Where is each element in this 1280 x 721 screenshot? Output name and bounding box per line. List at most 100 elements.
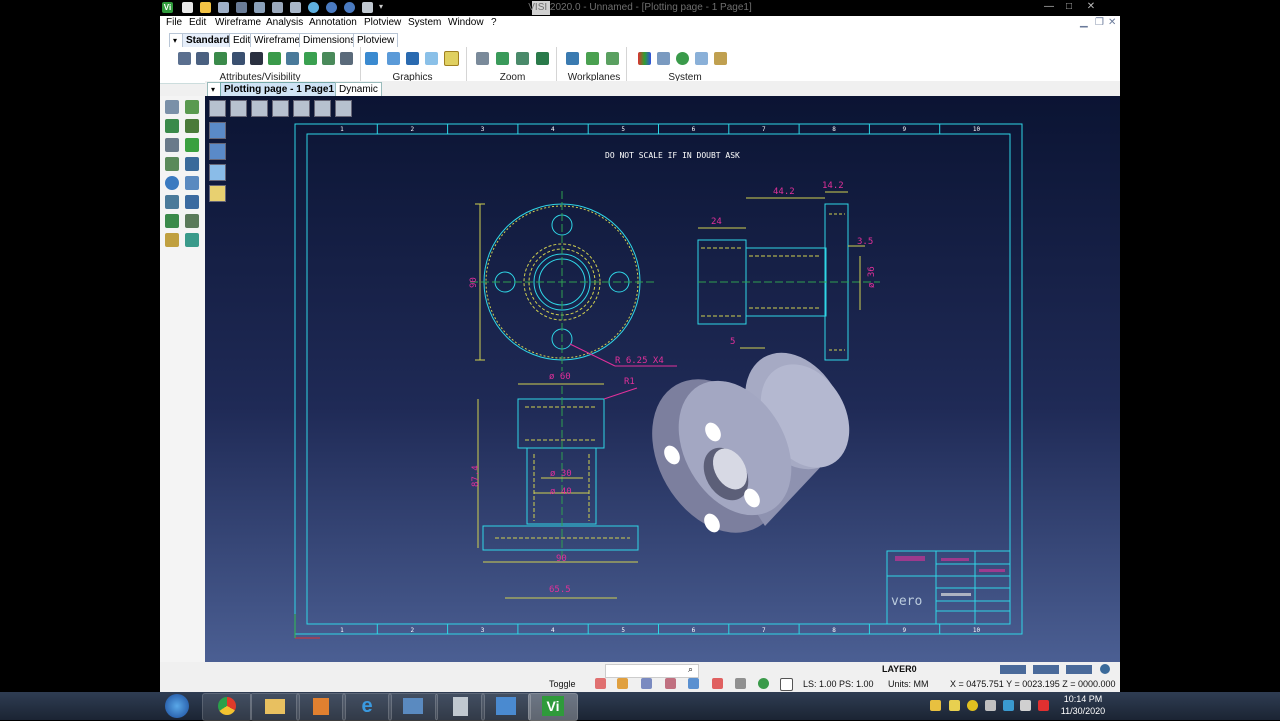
- status-swatch-2[interactable]: [1033, 665, 1059, 674]
- close-button[interactable]: ✕: [1082, 1, 1100, 13]
- maximize-button[interactable]: □: [1060, 1, 1078, 13]
- pick-layer-icon[interactable]: [286, 52, 299, 65]
- tab-wireframe[interactable]: Wireframe: [250, 33, 305, 47]
- tab-standard[interactable]: Standard: [182, 33, 234, 47]
- ortho-icon[interactable]: [617, 678, 628, 689]
- command-search-input[interactable]: [605, 664, 699, 678]
- workplane-icon[interactable]: [566, 52, 579, 65]
- search-icon[interactable]: ⌕: [688, 664, 693, 675]
- battery-icon[interactable]: [1020, 700, 1031, 711]
- taskbar-remote[interactable]: [481, 693, 531, 721]
- screen-icon[interactable]: [695, 52, 708, 65]
- show-icon[interactable]: [250, 52, 263, 65]
- taskbar-visi[interactable]: Vi: [528, 693, 578, 721]
- menu-analysis[interactable]: Analysis: [266, 17, 303, 28]
- check-icon[interactable]: [185, 138, 199, 152]
- graphics-viewport[interactable]: 1 1 2 2 3 3 4 4 5 5 6 6 7 7 8 8 9 9 10 10 DO NOT SCALE IF I…: [205, 96, 1120, 662]
- color-icon[interactable]: [214, 52, 227, 65]
- menu-window[interactable]: Window: [448, 17, 484, 28]
- render-icon[interactable]: [444, 51, 459, 66]
- edit-text-icon[interactable]: [165, 233, 179, 247]
- group-icon[interactable]: [185, 233, 199, 247]
- tray-icon-1[interactable]: [930, 700, 941, 711]
- clock-date[interactable]: 11/30/2020: [1058, 706, 1108, 716]
- menu-system[interactable]: System: [408, 17, 441, 28]
- layer-icon[interactable]: [196, 52, 209, 65]
- status-swatch-1[interactable]: [1000, 665, 1026, 674]
- status-swatch-3[interactable]: [1066, 665, 1092, 674]
- volume-icon[interactable]: [985, 700, 996, 711]
- start-button[interactable]: [165, 694, 189, 718]
- pin-icon[interactable]: [735, 678, 746, 689]
- zoom-all-icon[interactable]: [496, 52, 509, 65]
- trim-icon[interactable]: [185, 100, 199, 114]
- delete-entity-icon[interactable]: [185, 157, 199, 171]
- explode-icon[interactable]: [165, 214, 179, 228]
- clock-time[interactable]: 10:14 PM: [1060, 694, 1106, 704]
- array-icon[interactable]: [185, 195, 199, 209]
- stretch-icon[interactable]: [185, 119, 199, 133]
- layer-toggle-icon[interactable]: [688, 678, 699, 689]
- tab-plotting-page[interactable]: Plotting page - 1 Page1: [220, 82, 339, 97]
- hidden-line-icon[interactable]: [425, 52, 438, 65]
- menu-edit[interactable]: Edit: [189, 17, 206, 28]
- mdi-close-icon[interactable]: ✕: [1108, 17, 1116, 28]
- hide-icon[interactable]: [232, 52, 245, 65]
- unhide-icon[interactable]: [340, 52, 353, 65]
- isolate-icon[interactable]: [322, 52, 335, 65]
- chamfer-icon[interactable]: [185, 214, 199, 228]
- tab-plotview[interactable]: Plotview: [353, 33, 399, 47]
- refresh-icon[interactable]: [758, 678, 769, 689]
- regenerate-icon[interactable]: [365, 52, 378, 65]
- taskbar-ie[interactable]: e: [342, 693, 392, 721]
- network-icon[interactable]: [1003, 700, 1014, 711]
- menu-plotview[interactable]: Plotview: [364, 17, 401, 28]
- workplane-align-icon[interactable]: [586, 52, 599, 65]
- shade-icon[interactable]: [387, 52, 400, 65]
- cube-icon[interactable]: [712, 678, 723, 689]
- taskbar-media[interactable]: [296, 693, 346, 721]
- toggle-button[interactable]: Toggle: [549, 679, 576, 689]
- polar-icon[interactable]: [665, 678, 676, 689]
- globe-status-icon[interactable]: [1100, 664, 1110, 674]
- taskbar-explorer[interactable]: [250, 693, 300, 721]
- dim-874-label: 87.4: [471, 465, 481, 487]
- options-icon[interactable]: [676, 52, 689, 65]
- crosshair-icon[interactable]: [780, 678, 793, 691]
- move-icon[interactable]: [165, 119, 179, 133]
- menu-wireframe[interactable]: Wireframe: [215, 17, 261, 28]
- tab-dimensions[interactable]: Dimensions: [299, 33, 360, 47]
- taskbar-screen[interactable]: [388, 693, 438, 721]
- zoom-fit-icon[interactable]: [536, 52, 549, 65]
- tab-dynamic[interactable]: Dynamic: [335, 82, 382, 97]
- attributes-icon[interactable]: [178, 52, 191, 65]
- mdi-restore-icon[interactable]: ❐: [1095, 17, 1104, 28]
- tray-icon-3[interactable]: [967, 700, 978, 711]
- properties-icon[interactable]: [657, 52, 670, 65]
- mdi-minimize-icon[interactable]: ▁: [1080, 17, 1088, 28]
- mirror-icon[interactable]: [165, 157, 179, 171]
- palette-icon[interactable]: [638, 52, 651, 65]
- minimize-button[interactable]: —: [1040, 1, 1058, 13]
- offset-icon[interactable]: [165, 195, 179, 209]
- snap-icon[interactable]: [595, 678, 606, 689]
- tray-icon-2[interactable]: [949, 700, 960, 711]
- action-center-icon[interactable]: [1038, 700, 1049, 711]
- rotate-icon[interactable]: [165, 176, 179, 190]
- system-tools-icon[interactable]: [714, 52, 727, 65]
- workplane-move-icon[interactable]: [606, 52, 619, 65]
- swap-visibility-icon[interactable]: [268, 52, 281, 65]
- menu-annotation[interactable]: Annotation: [309, 17, 357, 28]
- filter-icon[interactable]: [304, 52, 317, 65]
- taskbar-calculator[interactable]: [435, 693, 485, 721]
- copy-entity-icon[interactable]: [165, 138, 179, 152]
- menu-file[interactable]: File: [166, 17, 182, 28]
- taskbar-chrome[interactable]: [202, 693, 252, 721]
- wireframe-view-icon[interactable]: [406, 52, 419, 65]
- select-icon[interactable]: [165, 100, 179, 114]
- scale-icon[interactable]: [185, 176, 199, 190]
- menu-help[interactable]: ?: [491, 17, 497, 28]
- zoom-limits-icon[interactable]: [516, 52, 529, 65]
- zoom-window-icon[interactable]: [476, 52, 489, 65]
- grid-icon[interactable]: [641, 678, 652, 689]
